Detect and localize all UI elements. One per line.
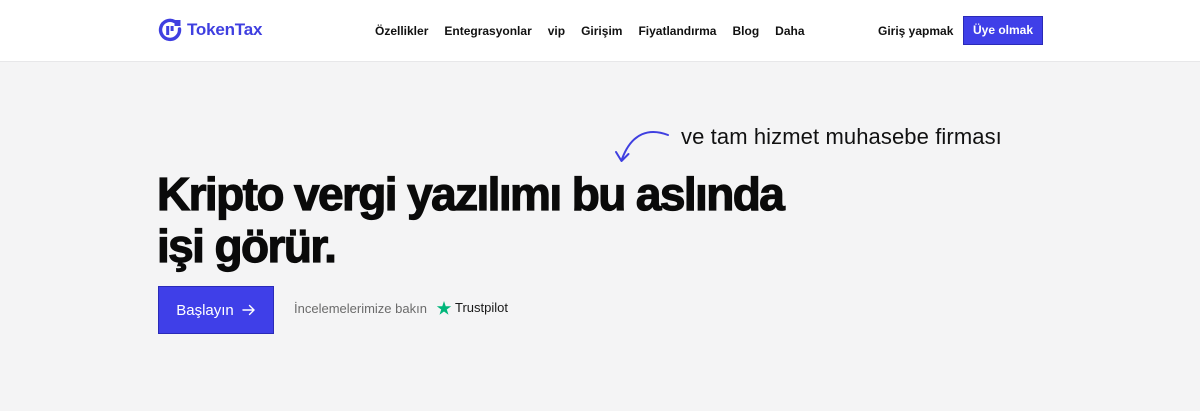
reviews-text: İncelemelerimize bakın — [294, 301, 427, 316]
brand-name: TokenTax — [187, 20, 263, 39]
site-header: TokenTax Özellikler Entegrasyonlar vip G… — [0, 0, 1200, 62]
star-icon — [436, 301, 452, 315]
trustpilot-label: Trustpilot — [455, 300, 508, 315]
signup-button[interactable]: Üye olmak — [963, 16, 1043, 45]
headline-line-2: işi görür. — [156, 219, 337, 272]
brand-logo[interactable]: TokenTax — [158, 18, 262, 42]
get-started-button[interactable]: Başlayın — [158, 286, 274, 334]
arrow-right-icon — [242, 304, 255, 316]
trustpilot-link[interactable]: Trustpilot — [436, 299, 508, 317]
get-started-label: Başlayın — [176, 301, 234, 319]
nav-item-blog[interactable]: Blog — [732, 23, 759, 39]
nav-item-more[interactable]: Daha — [775, 23, 804, 39]
signin-link[interactable]: Giriş yapmak — [878, 23, 953, 39]
nav-item-features[interactable]: Özellikler — [375, 23, 428, 39]
curved-arrow-icon — [615, 131, 669, 162]
main-nav: Özellikler Entegrasyonlar vip Girişim Fi… — [375, 23, 821, 39]
headline-line-1: Kripto vergi yazılımı bu aslında — [156, 167, 785, 220]
nav-item-pricing[interactable]: Fiyatlandırma — [638, 23, 716, 39]
hero-annotation: ve tam hizmet muhasebe firması — [681, 124, 1002, 149]
hero-headline: Kripto vergi yazılımı bu aslında işi gör… — [156, 167, 917, 272]
nav-item-vip[interactable]: vip — [548, 23, 565, 39]
tokentax-logo-icon — [158, 18, 182, 42]
nav-item-integrations[interactable]: Entegrasyonlar — [444, 23, 531, 39]
nav-item-enterprise[interactable]: Girişim — [581, 23, 622, 39]
